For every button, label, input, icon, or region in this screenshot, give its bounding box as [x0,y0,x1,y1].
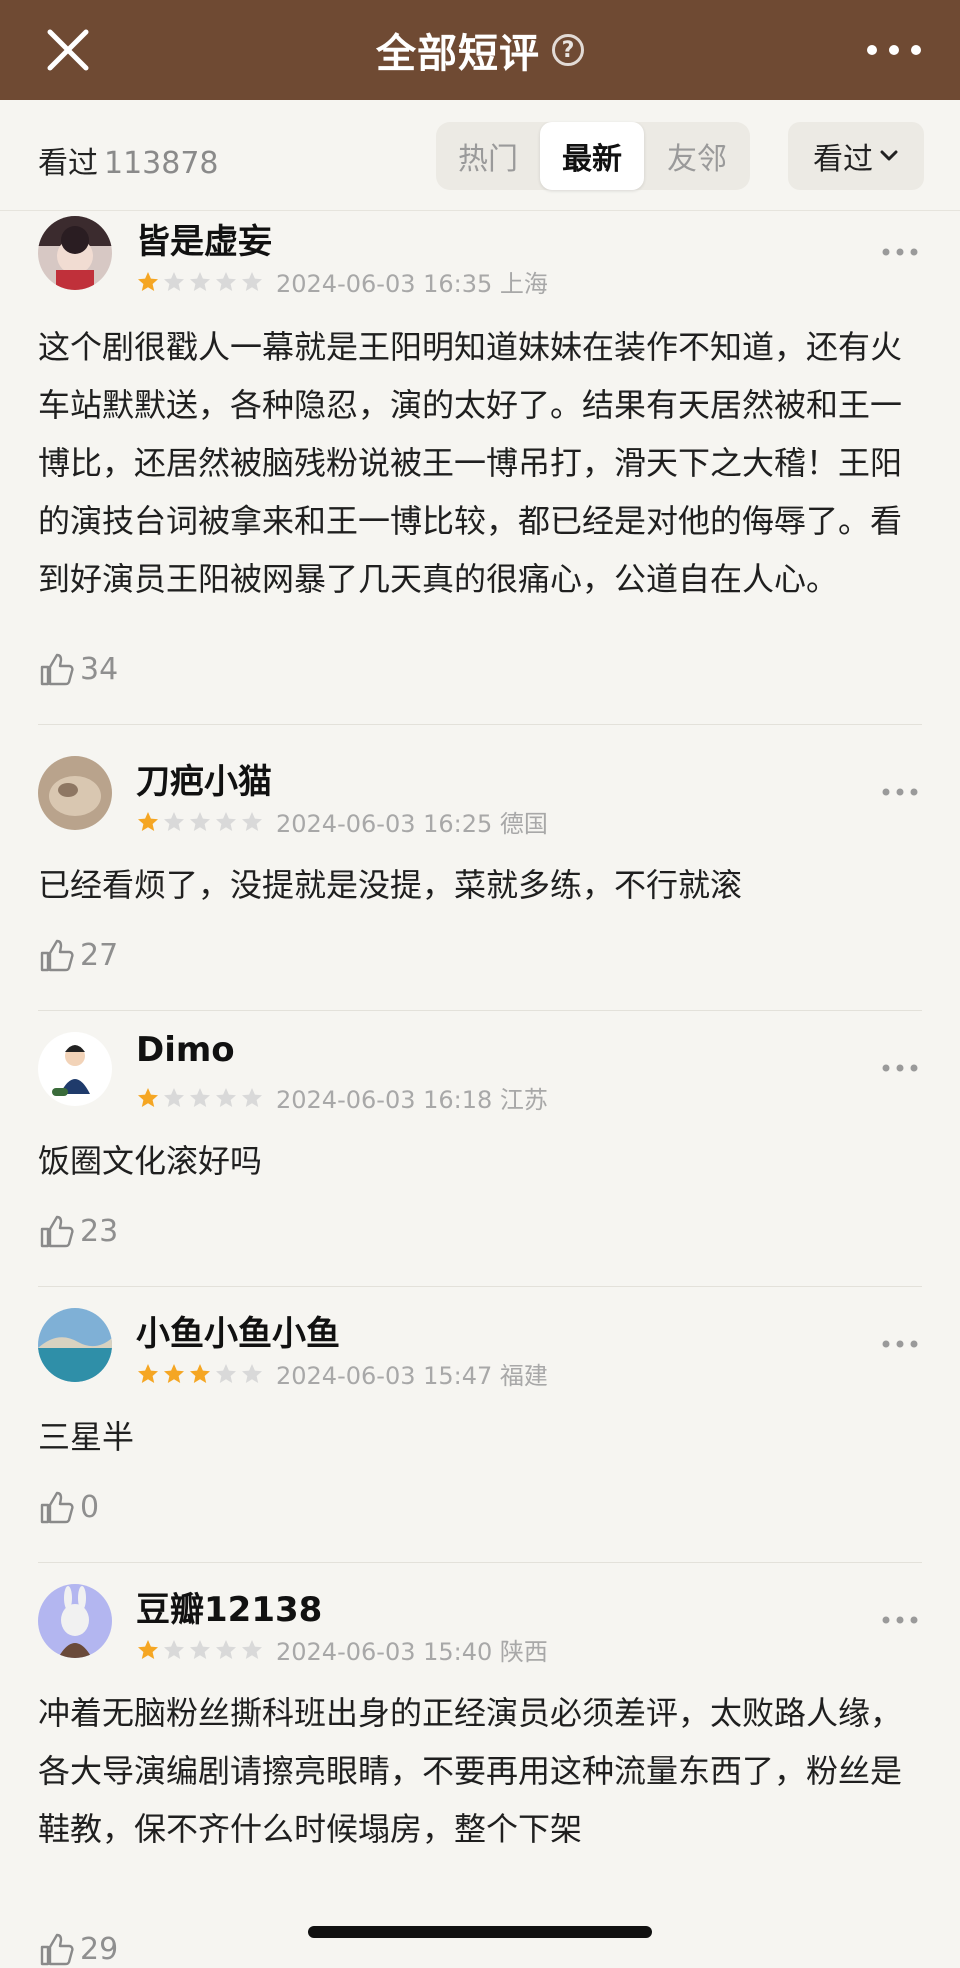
tab-friends[interactable]: 友邻 [644,122,750,190]
comment-meta: 2024-06-03 16:35 上海 [136,264,548,299]
thumbs-up-icon [40,1933,74,1966]
like-count: 23 [80,1213,119,1249]
star-icon [138,811,158,831]
star-icon [216,1639,236,1659]
filter-bar: 看过 113878 热门 最新 友邻 看过 [0,100,960,211]
like-button[interactable]: 34 [38,650,118,688]
comment-meta: 2024-06-03 15:47 福建 [136,1356,548,1391]
username[interactable]: 刀疤小猫 [136,754,272,803]
comment-text: 这个剧很戳人一幕就是王阳明知道妹妹在装作不知道，还有火车站默默送，各种隐忍，演的… [38,328,903,598]
comment-meta: 2024-06-03 15:40 陕西 [136,1632,548,1667]
comment-text: 冲着无脑粉丝撕科班出身的正经演员必须差评，太败路人缘，各大导演编剧请擦亮眼睛，不… [38,1694,903,1848]
seen-number: 113878 [104,146,219,181]
star-icon [190,1639,210,1659]
more-horizontal-icon[interactable] [880,1614,920,1626]
star-rating [136,1638,264,1662]
chevron-down-icon [880,150,898,161]
thumbs-up-icon [40,653,74,686]
star-icon [216,1087,236,1107]
star-icon [242,271,262,291]
username[interactable]: 皆是虚妄 [136,214,272,263]
home-indicator [308,1926,652,1938]
like-count: 27 [80,937,119,973]
star-icon [164,1087,184,1107]
like-button[interactable]: 23 [38,1212,118,1250]
star-icon [164,811,184,831]
thumbs-up-icon [40,1215,74,1248]
comment-text: 三星半 [38,1418,135,1456]
star-icon [242,811,262,831]
comment-time: 2024-06-03 15:47 福建 [276,1362,548,1390]
page-title: 全部短评 [376,31,540,77]
more-horizontal-icon[interactable] [880,1062,920,1074]
like-count: 0 [80,1489,100,1525]
title-wrap: 全部短评 ? [0,0,960,100]
divider [38,1286,922,1287]
star-icon [216,1363,236,1383]
comment-time: 2024-06-03 16:35 上海 [276,270,548,298]
avatar[interactable] [38,1308,112,1382]
avatar[interactable] [38,756,112,830]
star-icon [216,271,236,291]
comment-time: 2024-06-03 15:40 陕西 [276,1638,548,1666]
comment-meta: 2024-06-03 16:18 江苏 [136,1080,548,1115]
like-button[interactable]: 27 [38,936,118,974]
star-rating [136,1362,264,1386]
like-button[interactable]: 0 [38,1488,99,1526]
comment-time: 2024-06-03 16:18 江苏 [276,1086,548,1114]
star-icon [138,1363,158,1383]
username[interactable]: 小鱼小鱼小鱼 [136,1306,340,1355]
star-icon [164,1363,184,1383]
more-horizontal-icon[interactable] [864,36,924,64]
like-button[interactable]: 29 [38,1930,118,1968]
top-bar: 全部短评 ? [0,0,960,100]
like-count: 34 [80,651,119,687]
divider [38,724,922,725]
star-rating [136,1086,264,1110]
comment-text: 饭圈文化滚好吗 [38,1142,263,1180]
star-icon [216,811,236,831]
divider [38,1562,922,1563]
star-rating [136,270,264,294]
tab-latest[interactable]: 最新 [540,122,644,190]
star-icon [164,1639,184,1659]
question-circle-icon[interactable]: ? [552,34,584,66]
comment-meta: 2024-06-03 16:25 德国 [136,804,548,839]
star-icon [138,1639,158,1659]
status-filter-label: 看过 [813,142,873,177]
username[interactable]: 豆瓣12138 [136,1582,322,1631]
star-rating [136,810,264,834]
divider [38,1010,922,1011]
avatar[interactable] [38,1032,112,1106]
star-icon [138,1087,158,1107]
star-icon [190,1087,210,1107]
more-horizontal-icon[interactable] [880,1338,920,1350]
like-count: 29 [80,1931,119,1967]
sort-segmented-control: 热门 最新 友邻 [436,122,750,190]
thumbs-up-icon [40,1491,74,1524]
seen-label: 看过 [38,146,98,181]
avatar[interactable] [38,1584,112,1658]
star-icon [190,1363,210,1383]
star-icon [190,271,210,291]
status-filter-dropdown[interactable]: 看过 [788,122,924,190]
avatar[interactable] [38,216,112,290]
star-icon [242,1639,262,1659]
comment-time: 2024-06-03 16:25 德国 [276,810,548,838]
comment-text: 已经看烦了，没提就是没提，菜就多练，不行就滚 [38,866,743,904]
tab-hot[interactable]: 热门 [436,122,540,190]
more-horizontal-icon[interactable] [880,246,920,258]
seen-count: 看过 113878 [38,138,219,182]
star-icon [164,271,184,291]
star-icon [138,271,158,291]
thumbs-up-icon [40,939,74,972]
more-horizontal-icon[interactable] [880,786,920,798]
star-icon [242,1363,262,1383]
username[interactable]: Dimo [136,1030,235,1070]
star-icon [190,811,210,831]
star-icon [242,1087,262,1107]
